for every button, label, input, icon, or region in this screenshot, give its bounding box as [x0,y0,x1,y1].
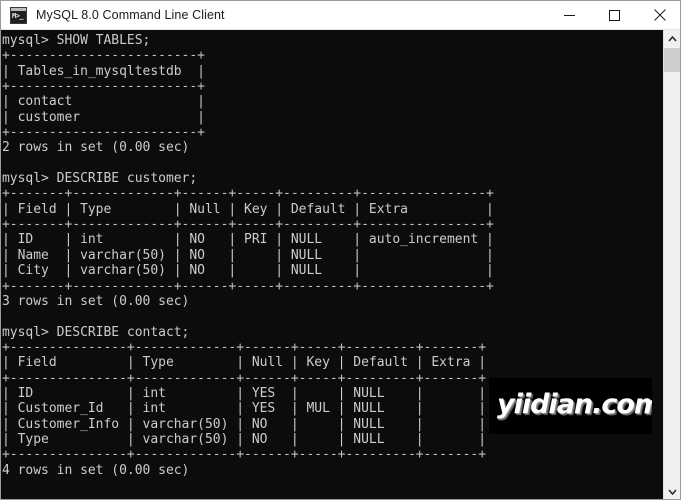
console-line: 4 rows in set (0.00 sec) [2,462,190,478]
console-line: | contact | [2,94,205,110]
scrollbar-track[interactable] [664,47,680,483]
console-output-area[interactable]: mysql> SHOW TABLES; +--------------------… [1,30,665,499]
close-button[interactable] [637,1,680,30]
watermark-overlay: yiidian.com [489,378,652,434]
scroll-down-arrow-icon[interactable] [664,483,680,499]
console-line: | ID | int | NO | PRI | NULL | auto_incr… [2,232,494,248]
console-line: | Field | Type | Null | Key | Default | … [2,355,487,371]
console-line: +------------------------+ [2,125,205,141]
console-line: mysql> DESCRIBE contact; [2,324,190,340]
maximize-button[interactable] [592,1,637,30]
mysql-command-line-window: M>_ MySQL 8.0 Command Line Client mysql>… [0,0,681,500]
scroll-up-arrow-icon[interactable] [664,30,680,47]
mysql-console-icon: M>_ [10,6,27,24]
scroll-thumb[interactable] [664,48,680,72]
console-line: +---------------+-------------+------+--… [2,339,487,355]
console-line: | Field | Type | Null | Key | Default | … [2,201,494,217]
console-line: +-------+-------------+------+-----+----… [2,278,494,294]
console-line: +---------------+-------------+------+--… [2,447,487,463]
console-line: +------------------------+ [2,79,205,95]
window-title: MySQL 8.0 Command Line Client [36,8,225,22]
console-line: mysql> SHOW TABLES; [2,33,151,48]
minimize-button[interactable] [547,1,592,30]
console-line: | City | varchar(50) | NO | | NULL | | [2,263,494,279]
console-line: 3 rows in set (0.00 sec) [2,293,190,309]
vertical-scrollbar[interactable] [663,30,680,499]
console-line: | Name | varchar(50) | NO | | NULL | | [2,247,494,263]
watermark-text: yiidian.com [497,389,652,420]
console-line: | Type | varchar(50) | NO | | NULL | | [2,431,487,447]
window-controls [547,1,680,30]
console-line: 2 rows in set (0.00 sec) [2,140,190,156]
console-line: | Tables_in_mysqltestdb | [2,63,205,79]
console-line: +------------------------+ [2,48,205,64]
console-line: +-------+-------------+------+-----+----… [2,217,494,233]
console-line: | customer | [2,109,205,125]
console-line: mysql> DESCRIBE customer; [2,171,198,187]
title-bar: M>_ MySQL 8.0 Command Line Client [1,1,680,30]
console-line: +-------+-------------+------+-----+----… [2,186,494,202]
